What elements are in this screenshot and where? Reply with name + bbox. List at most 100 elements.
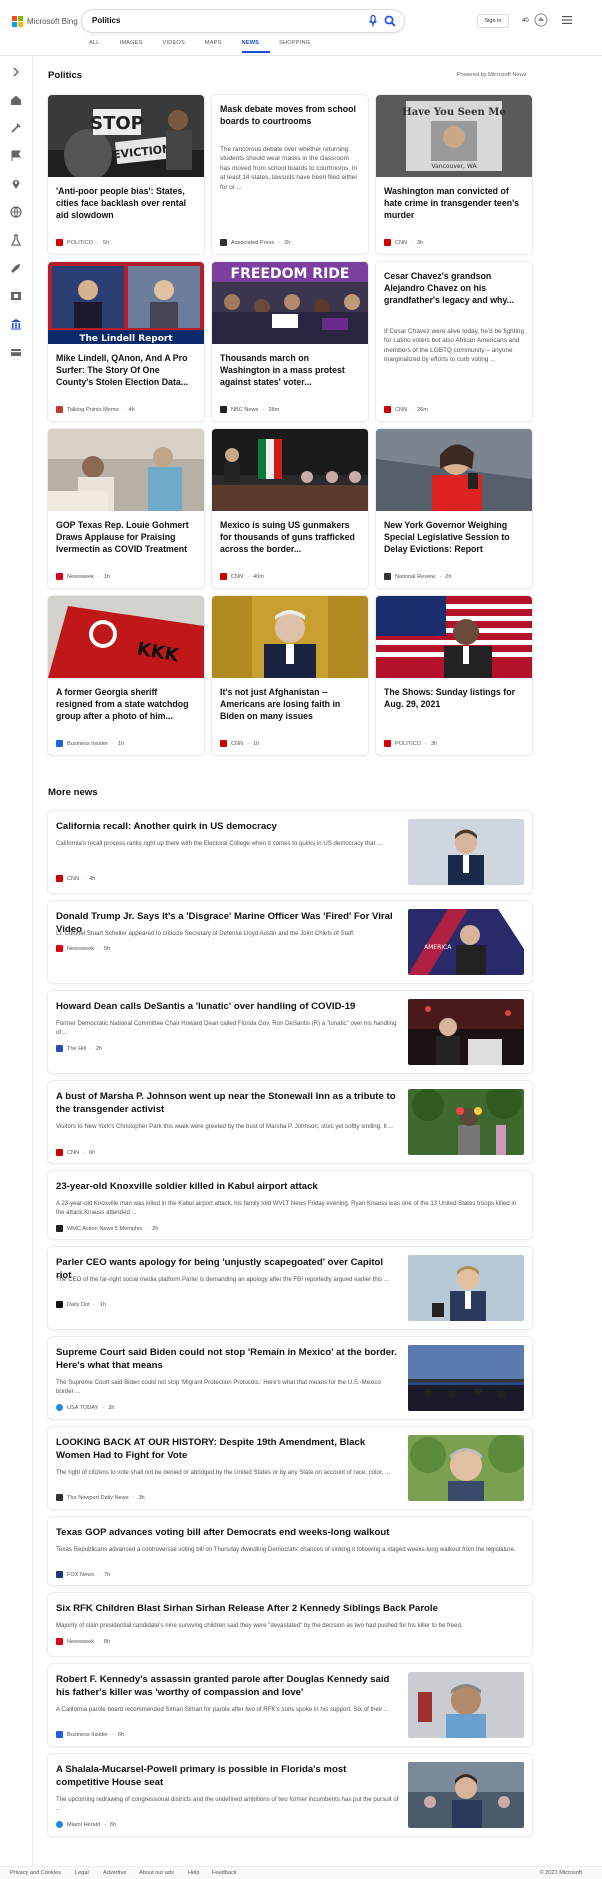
- politics-icon[interactable]: [10, 318, 22, 330]
- news-card[interactable]: The Shows: Sunday listings for Aug. 29, …: [376, 596, 532, 755]
- news-list-item[interactable]: 23-year-old Knoxville soldier killed in …: [48, 1171, 532, 1239]
- news-item-title[interactable]: Texas GOP advances voting bill after Dem…: [56, 1526, 522, 1539]
- sign-in-button[interactable]: Sign in: [477, 14, 509, 28]
- film-icon[interactable]: [10, 290, 22, 302]
- news-card[interactable]: New York Governor Weighing Special Legis…: [376, 429, 532, 588]
- money-icon[interactable]: [10, 346, 22, 358]
- news-item-image: [408, 1672, 524, 1738]
- news-card-title[interactable]: Cesar Chavez's grandson Alejandro Chavez…: [384, 270, 524, 306]
- section-title-politics: Politics: [48, 70, 83, 81]
- cnn-logo-icon: [56, 875, 63, 882]
- news-card-title[interactable]: Mask debate moves from school boards to …: [220, 103, 360, 127]
- rocket-icon[interactable]: [10, 262, 22, 274]
- news-list-item[interactable]: California recall: Another quirk in US d…: [48, 811, 532, 893]
- news-card[interactable]: Mexico is suing US gunmakers for thousan…: [212, 429, 368, 588]
- tab-all[interactable]: ALL: [89, 40, 111, 53]
- rewards-count[interactable]: 40: [522, 18, 529, 24]
- news-item-title[interactable]: Howard Dean calls DeSantis a 'lunatic' o…: [56, 1000, 400, 1013]
- pin-icon[interactable]: [10, 178, 22, 190]
- news-card[interactable]: STOP EVICTIONS 'Anti-poor people bias': …: [48, 95, 204, 254]
- science-icon[interactable]: [10, 234, 22, 246]
- news-list-item[interactable]: Howard Dean calls DeSantis a 'lunatic' o…: [48, 991, 532, 1073]
- news-item-source: The Hill · 2h: [56, 1045, 102, 1052]
- news-card-title[interactable]: The Shows: Sunday listings for Aug. 29, …: [384, 686, 524, 710]
- tab-shopping[interactable]: SHOPPING: [279, 40, 321, 53]
- globe-icon[interactable]: [10, 206, 22, 218]
- news-card-title[interactable]: It's not just Afghanistan -- Americans a…: [220, 686, 360, 722]
- news-item-image: AMERICA: [408, 909, 524, 975]
- news-item-description: Majority of slain presidential candidate…: [56, 1622, 463, 1629]
- news-list-item[interactable]: Supreme Court said Biden could not stop …: [48, 1337, 532, 1419]
- tab-news[interactable]: NEWS: [241, 40, 271, 53]
- news-item-source: CNN · 4h: [56, 875, 95, 882]
- news-item-title[interactable]: Robert F. Kennedy's assassin granted par…: [56, 1673, 400, 1699]
- search-input[interactable]: Politics: [92, 16, 120, 25]
- logo-text: Microsoft Bing: [27, 17, 78, 26]
- news-card[interactable]: Mask debate moves from school boards to …: [212, 95, 368, 254]
- news-card[interactable]: GOP Texas Rep. Louie Gohmert Draws Appla…: [48, 429, 204, 588]
- tab-maps[interactable]: MAPS: [205, 40, 233, 53]
- footer-link-help[interactable]: Help: [188, 1870, 200, 1876]
- mic-icon[interactable]: [368, 15, 378, 27]
- rewards-icon[interactable]: [534, 13, 548, 27]
- news-card-image: Have You Seen Me Vancouver, WA: [376, 95, 532, 177]
- news-card[interactable]: FREEDOM RIDE Thousands march on Washingt…: [212, 262, 368, 421]
- news-card-title[interactable]: Thousands march on Washington in a mass …: [220, 352, 360, 388]
- news-card[interactable]: KKK A former Georgia sheriff resigned fr…: [48, 596, 204, 755]
- news-card-title[interactable]: Mike Lindell, QAnon, And A Pro Surfer: T…: [56, 352, 196, 388]
- news-card-title[interactable]: 'Anti-poor people bias': States, cities …: [56, 185, 196, 221]
- search-box[interactable]: Politics: [82, 10, 404, 32]
- news-card-title[interactable]: GOP Texas Rep. Louie Gohmert Draws Appla…: [56, 519, 196, 555]
- news-list-item[interactable]: Texas GOP advances voting bill after Dem…: [48, 1517, 532, 1585]
- news-card[interactable]: Have You Seen Me Vancouver, WA Washingto…: [376, 95, 532, 254]
- news-item-title[interactable]: Supreme Court said Biden could not stop …: [56, 1346, 400, 1372]
- news-item-source: WMC Action News 5 Memphis · 2h: [56, 1225, 158, 1232]
- home-icon[interactable]: [10, 94, 22, 106]
- politico-logo-icon: [56, 239, 63, 246]
- news-card[interactable]: Cesar Chavez's grandson Alejandro Chavez…: [376, 262, 532, 421]
- news-card-title[interactable]: New York Governor Weighing Special Legis…: [384, 519, 524, 555]
- footer-link-feedback[interactable]: Feedback: [212, 1870, 237, 1876]
- news-list-item[interactable]: A bust of Marsha P. Johnson went up near…: [48, 1081, 532, 1163]
- flag-icon[interactable]: [10, 150, 22, 162]
- news-card-source: Associated Press · 3h: [220, 239, 290, 246]
- news-card-title[interactable]: Washington man convicted of hate crime i…: [384, 185, 524, 221]
- expand-icon[interactable]: [10, 66, 22, 78]
- news-item-title[interactable]: A Shalala-Mucarsel-Powell primary is pos…: [56, 1763, 400, 1789]
- news-item-description: The Supreme Court said Biden could not s…: [56, 1379, 381, 1395]
- footer-link-privacy[interactable]: Privacy and Cookies: [10, 1870, 61, 1876]
- search-icon[interactable]: [384, 15, 396, 27]
- news-card-source: Business Insider · 1h: [56, 740, 124, 747]
- news-card-source: POLITICO · 5h: [56, 239, 109, 246]
- bing-logo[interactable]: Microsoft Bing: [12, 16, 78, 27]
- news-item-description: Visitors to New York's Christopher Park …: [56, 1123, 394, 1130]
- menu-icon[interactable]: [562, 16, 572, 24]
- microsoft-logo-icon: [12, 16, 23, 27]
- tab-videos[interactable]: VIDEOS: [163, 40, 196, 53]
- news-list-item[interactable]: Six RFK Children Blast Sirhan Sirhan Rel…: [48, 1593, 532, 1656]
- news-item-description: The CEO of the far-right social media pl…: [56, 1276, 389, 1283]
- news-item-title[interactable]: A bust of Marsha P. Johnson went up near…: [56, 1090, 400, 1116]
- news-item-image: [408, 1762, 524, 1828]
- footer-link-legal[interactable]: Legal: [75, 1870, 89, 1876]
- news-item-title[interactable]: LOOKING BACK AT OUR HISTORY: Despite 19t…: [56, 1436, 400, 1462]
- news-item-title[interactable]: Six RFK Children Blast Sirhan Sirhan Rel…: [56, 1602, 522, 1615]
- news-card[interactable]: It's not just Afghanistan -- Americans a…: [212, 596, 368, 755]
- news-card-title[interactable]: Mexico is suing US gunmakers for thousan…: [220, 519, 360, 555]
- news-item-source: Business Insider · 6h: [56, 1731, 124, 1738]
- news-list-item[interactable]: Parler CEO wants apology for being 'unju…: [48, 1247, 532, 1329]
- footer-link-advertise[interactable]: Advertise: [103, 1870, 126, 1876]
- tab-images[interactable]: IMAGES: [120, 40, 154, 53]
- news-item-title[interactable]: 23-year-old Knoxville soldier killed in …: [56, 1180, 522, 1193]
- news-list-item[interactable]: Donald Trump Jr. Says It's a 'Disgrace' …: [48, 901, 532, 983]
- tools-icon[interactable]: [10, 122, 22, 134]
- news-card-title[interactable]: A former Georgia sheriff resigned from a…: [56, 686, 196, 722]
- news-list-item[interactable]: LOOKING BACK AT OUR HISTORY: Despite 19t…: [48, 1427, 532, 1509]
- news-item-description: Lt. Colonel Stuart Scheller appeared to …: [56, 930, 355, 937]
- news-card[interactable]: The Lindell Report Mike Lindell, QAnon, …: [48, 262, 204, 421]
- news-list-item[interactable]: A Shalala-Mucarsel-Powell primary is pos…: [48, 1754, 532, 1836]
- news-item-title[interactable]: California recall: Another quirk in US d…: [56, 820, 400, 833]
- news-item-source: The Newport Daily News · 3h: [56, 1494, 145, 1501]
- footer-link-about-ads[interactable]: About our ads: [139, 1870, 174, 1876]
- news-list-item[interactable]: Robert F. Kennedy's assassin granted par…: [48, 1664, 532, 1746]
